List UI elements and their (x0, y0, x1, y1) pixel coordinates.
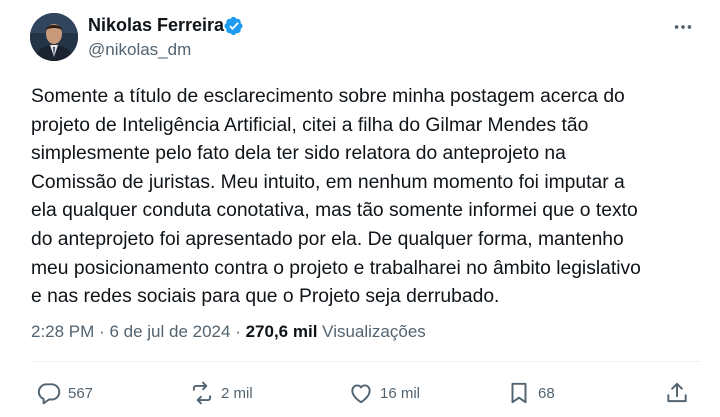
divider (31, 361, 701, 362)
bookmark-icon (511, 382, 527, 404)
repost-count: 2 mil (221, 384, 253, 402)
repost-button[interactable]: 2 mil (189, 380, 253, 406)
views-label: Visualizações (322, 322, 426, 341)
tweet-text: Somente a título de esclarecimento sobre… (31, 86, 641, 308)
verified-badge-icon (224, 16, 243, 36)
avatar-image (30, 13, 78, 61)
tweet-card: Nikolas Ferreira @nikolas_dm Somente a t… (0, 0, 720, 417)
heart-icon (351, 384, 371, 404)
reply-icon (37, 383, 61, 405)
reply-count: 567 (68, 384, 94, 402)
views-count: 270,6 mil (245, 322, 318, 341)
avatar[interactable] (30, 13, 78, 61)
tweet-metadata: 2:28 PM · 6 de jul de 2024 · 270,6 mil V… (31, 322, 426, 342)
repost-icon (192, 381, 212, 405)
meta-separator: · (99, 322, 105, 341)
author-name[interactable]: Nikolas Ferreira (88, 15, 224, 36)
like-button[interactable]: 16 mil (348, 380, 420, 406)
more-options-icon[interactable] (672, 16, 694, 38)
share-icon[interactable] (664, 380, 690, 406)
tweet-date[interactable]: 6 de jul de 2024 (109, 322, 230, 341)
like-count: 16 mil (380, 384, 421, 402)
bookmark-button[interactable]: 68 (506, 380, 555, 406)
tweet-time[interactable]: 2:28 PM (31, 322, 94, 341)
bookmark-count: 68 (538, 384, 555, 402)
reply-button[interactable]: 567 (36, 380, 93, 406)
meta-separator: · (235, 322, 241, 341)
author-handle[interactable]: @nikolas_dm (88, 40, 191, 60)
